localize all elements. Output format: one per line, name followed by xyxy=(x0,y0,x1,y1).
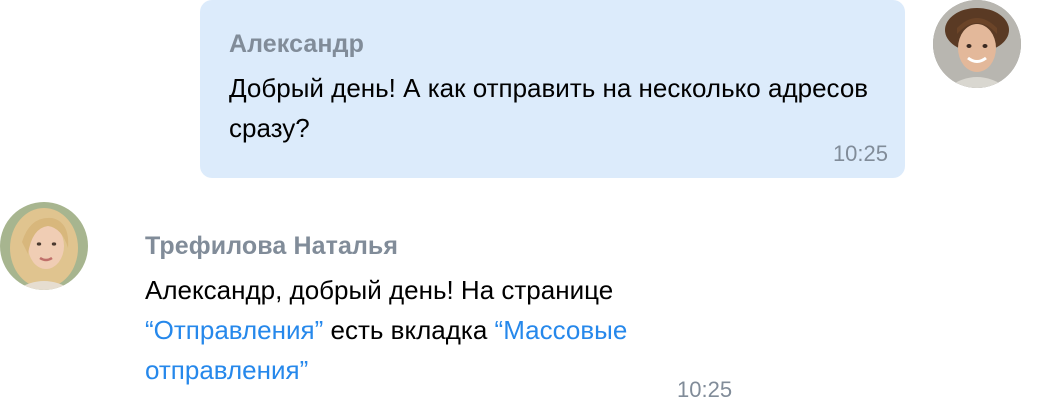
outgoing-message-bubble[interactable]: Александр Добрый день! А как отправить н… xyxy=(200,0,905,178)
incoming-message[interactable]: Трефилова Наталья Александр, добрый день… xyxy=(145,232,745,412)
agent-avatar-image xyxy=(0,202,88,290)
message-sender-name: Трефилова Наталья xyxy=(145,232,399,260)
message-text: Добрый день! А как отправить на нескольк… xyxy=(229,73,869,143)
message-text-middle: есть вкладка xyxy=(323,315,495,345)
message-text: Александр, добрый день! На странице “Отп… xyxy=(145,270,735,390)
user-avatar-image xyxy=(933,0,1021,88)
message-text-intro: Александр, добрый день! На странице xyxy=(145,275,614,305)
link-shipments[interactable]: “Отправления” xyxy=(145,315,323,345)
chat-thread: Александр Добрый день! А как отправить н… xyxy=(0,0,1048,417)
message-timestamp: 10:25 xyxy=(832,141,888,166)
message-sender-name: Александр xyxy=(229,30,364,58)
user-avatar[interactable] xyxy=(933,0,1021,88)
message-timestamp: 10:25 xyxy=(677,377,733,402)
agent-avatar[interactable] xyxy=(0,202,88,290)
